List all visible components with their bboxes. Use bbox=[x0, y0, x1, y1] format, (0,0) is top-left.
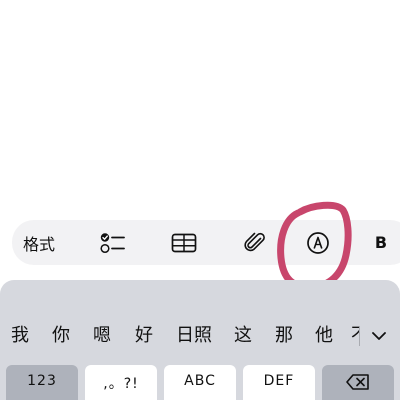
candidate-word[interactable]: 我 bbox=[8, 316, 32, 356]
numbers-key[interactable]: 123 bbox=[6, 365, 78, 400]
checklist-button[interactable] bbox=[98, 220, 128, 265]
punctuation-key[interactable]: ,。?! bbox=[85, 365, 157, 400]
abc-key[interactable]: ABC bbox=[164, 365, 236, 400]
chevron-down-icon bbox=[372, 332, 386, 340]
candidate-word[interactable]: 你 bbox=[49, 316, 73, 356]
markup-pen-icon bbox=[307, 231, 329, 254]
expand-candidates-button[interactable] bbox=[366, 316, 392, 356]
paperclip-icon bbox=[244, 232, 265, 251]
delete-key[interactable] bbox=[322, 365, 394, 400]
more-tools-button[interactable]: B bbox=[374, 220, 388, 265]
notes-screen: 格式 B 我 你 嗯 好 日照 这 那 他 123 ,。?! ABC DEF bbox=[0, 0, 400, 400]
candidate-bar: 我 你 嗯 好 日照 这 那 他 不 bbox=[0, 316, 400, 356]
candidate-word[interactable]: 他 bbox=[312, 316, 336, 356]
backspace-icon bbox=[346, 374, 369, 390]
keyboard: 我 你 嗯 好 日照 这 那 他 不 123 ,。?! ABC DEF bbox=[0, 280, 400, 400]
checklist-icon bbox=[100, 232, 125, 253]
format-button[interactable]: 格式 bbox=[20, 220, 58, 265]
candidate-divider bbox=[359, 326, 360, 346]
candidate-word[interactable]: 嗯 bbox=[90, 316, 114, 356]
attachment-button[interactable] bbox=[242, 220, 268, 265]
markup-button[interactable] bbox=[305, 220, 331, 265]
format-toolbar: 格式 B bbox=[12, 220, 400, 265]
table-icon bbox=[171, 233, 197, 252]
candidate-word[interactable]: 这 bbox=[231, 316, 255, 356]
table-button[interactable] bbox=[170, 220, 198, 265]
candidate-word[interactable]: 日照 bbox=[172, 316, 216, 356]
candidate-word[interactable]: 好 bbox=[132, 316, 156, 356]
def-key[interactable]: DEF bbox=[243, 365, 315, 400]
candidate-word[interactable]: 那 bbox=[272, 316, 296, 356]
candidate-word[interactable]: 不 bbox=[351, 316, 359, 356]
